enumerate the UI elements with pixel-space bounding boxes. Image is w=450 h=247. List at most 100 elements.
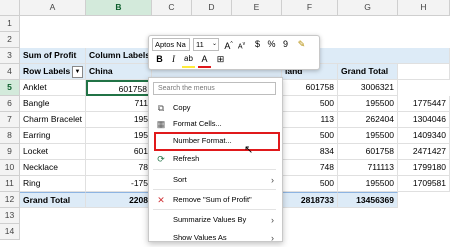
pivot-row-label[interactable]: Bangle bbox=[20, 96, 86, 112]
grand-total-cell[interactable]: 2818733 bbox=[282, 192, 338, 208]
column-header-b[interactable]: B bbox=[86, 0, 152, 16]
select-all-corner[interactable] bbox=[0, 0, 20, 16]
pivot-cell[interactable]: 834 bbox=[282, 144, 338, 160]
pivot-row-label[interactable]: Necklace bbox=[20, 160, 86, 176]
chevron-right-icon: › bbox=[271, 233, 274, 243]
column-header-f[interactable]: F bbox=[282, 0, 338, 16]
row-header-3[interactable]: 3 bbox=[0, 48, 20, 64]
column-header-g[interactable]: G bbox=[338, 0, 398, 16]
grand-total-cell[interactable]: 2208 bbox=[86, 192, 152, 208]
row-header-10[interactable]: 10 bbox=[0, 160, 20, 176]
active-cell[interactable]: 601758 bbox=[86, 80, 152, 96]
menu-item-show-values-as[interactable]: Show Values As › bbox=[149, 229, 280, 247]
highlight-icon: ab bbox=[184, 54, 193, 63]
pivot-cell[interactable]: 711113 bbox=[338, 160, 398, 176]
pivot-cell[interactable]: 1409340 bbox=[398, 128, 450, 144]
font-size-dropdown[interactable]: 11 ⌄ bbox=[193, 38, 219, 51]
pivot-cell[interactable]: 601758 bbox=[282, 80, 338, 96]
font-color-button[interactable]: A bbox=[198, 53, 211, 68]
menu-item-sort[interactable]: Sort › bbox=[149, 171, 280, 189]
font-name-value: Aptos Na bbox=[155, 40, 186, 49]
format-painter-button[interactable]: ✎ bbox=[295, 38, 308, 51]
borders-button[interactable]: ⊞ bbox=[214, 53, 227, 66]
bold-icon: B bbox=[156, 54, 163, 64]
row-header-14[interactable]: 14 bbox=[0, 224, 20, 240]
pivot-row-label[interactable]: Anklet bbox=[20, 80, 86, 96]
pivot-cell[interactable]: 78 bbox=[86, 160, 152, 176]
column-header-c[interactable]: C bbox=[152, 0, 192, 16]
pivot-cell[interactable]: 195500 bbox=[338, 128, 398, 144]
pivot-cell[interactable]: 711 bbox=[86, 96, 152, 112]
column-header-e[interactable]: E bbox=[232, 0, 282, 16]
row-header-13[interactable]: 13 bbox=[0, 208, 20, 224]
pivot-row-label[interactable]: Ring bbox=[20, 176, 86, 192]
menu-item-refresh[interactable]: ⟳ Refresh bbox=[149, 150, 280, 168]
currency-button[interactable]: $ bbox=[251, 38, 264, 51]
pivot-cell[interactable]: 3006321 bbox=[338, 80, 398, 96]
pivot-column-labels[interactable]: Column Labels bbox=[86, 48, 152, 64]
pivot-cell[interactable]: 1304046 bbox=[398, 112, 450, 128]
menu-item-label: Summarize Values By bbox=[173, 215, 247, 224]
percent-button[interactable]: % bbox=[265, 38, 278, 51]
pivot-cell[interactable]: 601 bbox=[86, 144, 152, 160]
pivot-cell[interactable]: 500 bbox=[282, 96, 338, 112]
pivot-col-grand-total[interactable]: Grand Total bbox=[338, 64, 398, 80]
shrink-font-button[interactable]: Av bbox=[235, 38, 248, 51]
pivot-cell[interactable]: 1709581 bbox=[398, 176, 450, 192]
borders-icon: ⊞ bbox=[216, 54, 225, 64]
filter-dropdown-icon[interactable]: ▼ bbox=[72, 66, 83, 78]
pivot-row-label[interactable]: Locket bbox=[20, 144, 86, 160]
cell[interactable] bbox=[398, 64, 450, 80]
pivot-cell[interactable]: 195500 bbox=[338, 176, 398, 192]
pivot-value-header[interactable]: Sum of Profit bbox=[20, 48, 86, 64]
row-header-1[interactable]: 1 bbox=[0, 16, 20, 32]
grand-total-cell[interactable]: 13456369 bbox=[338, 192, 398, 208]
row-header-4[interactable]: 4 bbox=[0, 64, 20, 80]
row-header-6[interactable]: 6 bbox=[0, 96, 20, 112]
pivot-cell[interactable]: 601758 bbox=[338, 144, 398, 160]
pivot-cell[interactable]: 1799180 bbox=[398, 160, 450, 176]
pivot-cell[interactable]: 195 bbox=[86, 128, 152, 144]
pivot-row-label[interactable]: Earring bbox=[20, 128, 86, 144]
row-labels-text: Row Labels bbox=[23, 66, 71, 76]
column-header-h[interactable]: H bbox=[398, 0, 450, 16]
highlight-button[interactable]: ab bbox=[182, 53, 195, 68]
pivot-col-china[interactable]: China bbox=[86, 64, 152, 80]
grow-font-button[interactable]: A^ bbox=[222, 38, 235, 51]
pivot-cell[interactable]: 2471427 bbox=[398, 144, 450, 160]
menu-item-label: Remove "Sum of Profit" bbox=[173, 195, 252, 204]
menu-separator bbox=[153, 169, 276, 170]
row-header-8[interactable]: 8 bbox=[0, 128, 20, 144]
pivot-cell[interactable]: 195500 bbox=[338, 96, 398, 112]
grand-total-label[interactable]: Grand Total bbox=[20, 192, 86, 208]
pivot-cell[interactable]: 500 bbox=[282, 128, 338, 144]
pivot-cell[interactable]: 748 bbox=[282, 160, 338, 176]
row-header-5[interactable]: 5 bbox=[0, 80, 20, 96]
row-header-7[interactable]: 7 bbox=[0, 112, 20, 128]
column-header-d[interactable]: D bbox=[192, 0, 232, 16]
pivot-cell[interactable]: -175 bbox=[86, 176, 152, 192]
menu-item-summarize-values-by[interactable]: Summarize Values By › bbox=[149, 211, 280, 229]
pivot-row-labels[interactable]: Row Labels ▼ bbox=[20, 64, 86, 80]
row-header-2[interactable]: 2 bbox=[0, 32, 20, 48]
format-cells-icon: ▦ bbox=[156, 119, 166, 129]
font-name-dropdown[interactable]: Aptos Na bbox=[152, 38, 190, 51]
row-header-12[interactable]: 12 bbox=[0, 192, 20, 208]
menu-search-input[interactable]: Search the menus bbox=[153, 82, 276, 95]
pivot-cell[interactable]: 195 bbox=[86, 112, 152, 128]
pivot-cell[interactable]: 113 bbox=[282, 112, 338, 128]
comma-style-button[interactable]: 9 bbox=[279, 38, 292, 51]
row-header-9[interactable]: 9 bbox=[0, 144, 20, 160]
pivot-cell[interactable]: 500 bbox=[282, 176, 338, 192]
pivot-cell[interactable]: 1775447 bbox=[398, 96, 450, 112]
column-header-a[interactable]: A bbox=[20, 0, 86, 16]
italic-button[interactable]: I bbox=[167, 53, 180, 66]
pivot-row-label[interactable]: Charm Bracelet bbox=[20, 112, 86, 128]
pivot-cell[interactable]: 262404 bbox=[338, 112, 398, 128]
row-header-11[interactable]: 11 bbox=[0, 176, 20, 192]
menu-item-format-cells[interactable]: ▦ Format Cells... bbox=[149, 115, 280, 133]
format-painter-icon: ✎ bbox=[297, 39, 306, 49]
mini-toolbar: Aptos Na 11 ⌄ A^ Av $ % 9 ✎ B I ab A ⊞ bbox=[148, 35, 320, 70]
menu-item-remove[interactable]: ✕ Remove "Sum of Profit" bbox=[149, 191, 280, 209]
bold-button[interactable]: B bbox=[153, 53, 166, 66]
